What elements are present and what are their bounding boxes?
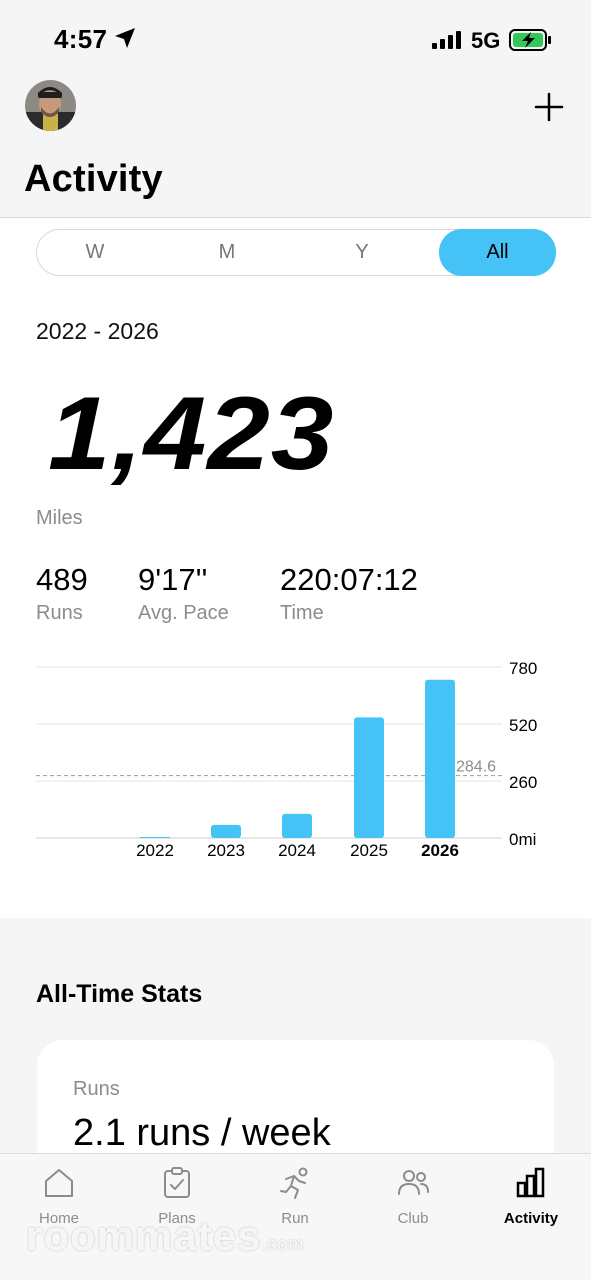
network-type: 5G xyxy=(471,28,501,53)
add-button[interactable] xyxy=(530,88,568,126)
cellular-signal-icon xyxy=(432,31,464,49)
bar-2023 xyxy=(211,824,241,838)
bar-chart-icon xyxy=(516,1167,545,1198)
y-tick-label: 780 xyxy=(509,659,537,678)
profile-photo-icon xyxy=(25,80,76,131)
home-icon xyxy=(45,1169,73,1197)
segment-week[interactable]: W xyxy=(37,230,153,275)
stat-pace-value: 9'17'' xyxy=(138,562,208,597)
stat-pace: 9'17'' Avg. Pace xyxy=(138,562,229,625)
stat-time: 220:07:12 Time xyxy=(280,562,418,625)
status-time: 4:57 xyxy=(54,24,108,54)
segment-all[interactable]: All xyxy=(439,229,556,276)
avatar[interactable] xyxy=(25,80,76,131)
y-tick-label: 520 xyxy=(509,716,537,735)
bar-2022 xyxy=(140,837,170,838)
people-icon xyxy=(398,1170,429,1195)
y-tick-label: 260 xyxy=(509,773,537,792)
tab-club-label: Club xyxy=(397,1210,429,1227)
stat-pace-label: Avg. Pace xyxy=(138,602,229,624)
tab-activity[interactable]: Activity xyxy=(472,1154,590,1264)
card-label: Runs xyxy=(73,1078,120,1100)
header: Activity xyxy=(0,78,591,218)
watermark-suffix: .com xyxy=(261,1234,305,1254)
x-tick-label: 2022 xyxy=(136,841,174,860)
total-distance: 1,423 xyxy=(48,376,335,492)
stat-runs-value: 489 xyxy=(36,562,88,597)
bar-2026 xyxy=(425,679,455,838)
battery-charging-icon xyxy=(509,29,551,51)
period-segmented-control: W M Y All xyxy=(36,229,556,276)
stat-time-value: 220:07:12 xyxy=(280,562,418,597)
x-tick-label: 2025 xyxy=(350,841,388,860)
segment-month[interactable]: M xyxy=(169,230,285,275)
distance-unit: Miles xyxy=(36,507,83,529)
location-arrow-icon xyxy=(115,28,135,48)
x-tick-label: 2023 xyxy=(207,841,245,860)
x-tick-label: 2024 xyxy=(278,841,316,860)
clipboard-icon xyxy=(164,1167,190,1198)
average-label: 284.6 xyxy=(456,759,496,776)
all-time-title: All-Time Stats xyxy=(36,980,203,1008)
yearly-distance-chart: 780 520 260 0mi 284.6 2022 2023 2024 2025 2026 xyxy=(36,659,537,860)
y-tick-label: 0mi xyxy=(509,830,536,849)
runner-icon xyxy=(280,1167,308,1199)
card-value: 2.1 runs / week xyxy=(73,1112,331,1154)
segment-year[interactable]: Y xyxy=(304,230,420,275)
page-title: Activity xyxy=(24,158,163,200)
bar-2024 xyxy=(282,813,312,838)
stat-runs: 489 Runs xyxy=(36,562,88,625)
tab-club[interactable]: Club xyxy=(354,1154,472,1264)
bar-2025 xyxy=(354,717,384,838)
x-tick-label: 2026 xyxy=(421,841,459,860)
stat-runs-label: Runs xyxy=(36,602,83,624)
watermark-logo: roommates.com xyxy=(26,1212,304,1260)
date-range: 2022 - 2026 xyxy=(36,318,159,344)
watermark-brand: roommates xyxy=(26,1212,262,1259)
stat-time-label: Time xyxy=(280,602,324,624)
tab-activity-label: Activity xyxy=(503,1210,559,1227)
status-bar: 4:57 5G xyxy=(0,0,591,78)
